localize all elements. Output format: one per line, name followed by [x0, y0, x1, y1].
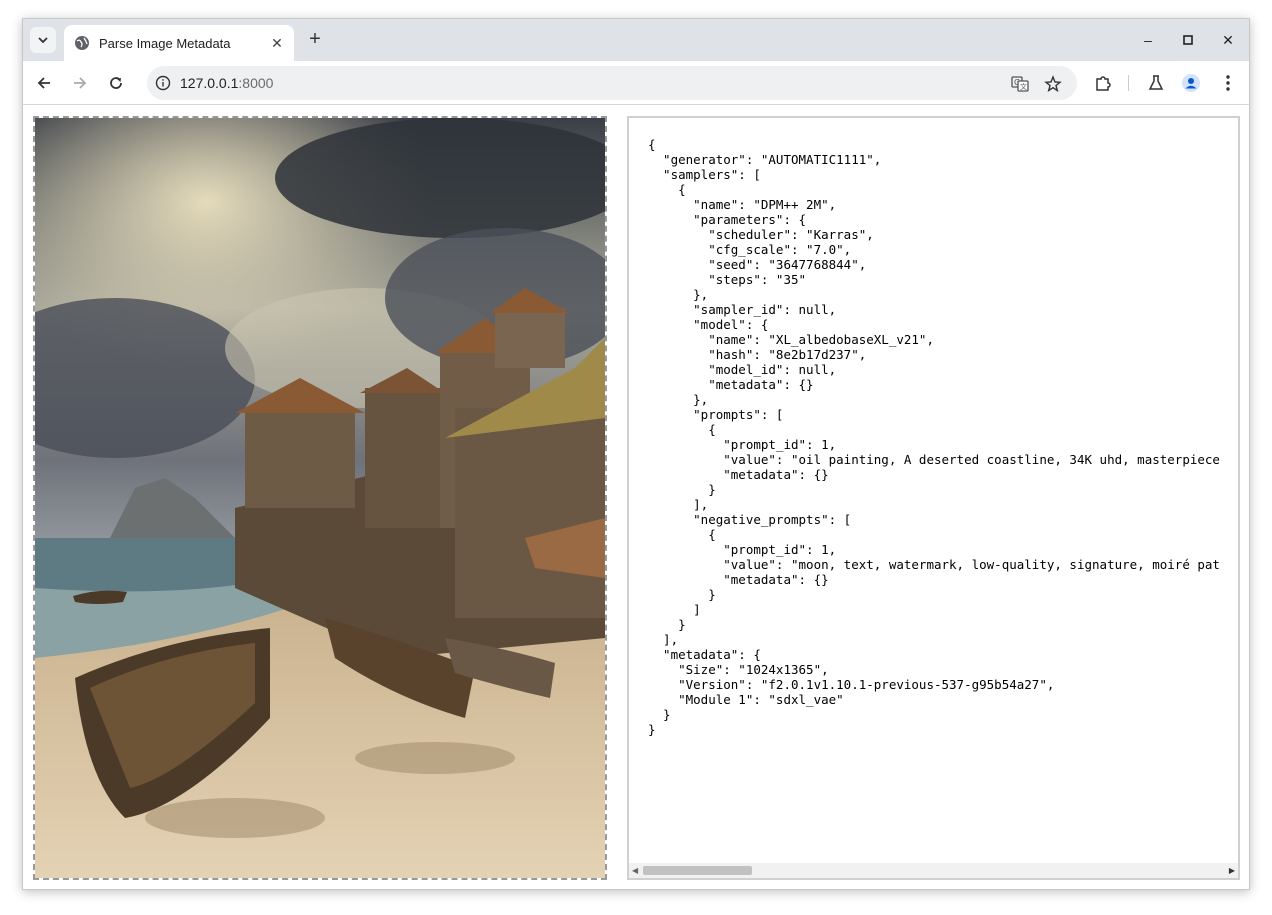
- svg-text:文: 文: [1020, 82, 1027, 91]
- chevron-down-icon: [38, 37, 48, 44]
- toolbar-divider: [1128, 75, 1129, 91]
- forward-button[interactable]: [67, 70, 93, 96]
- kebab-menu-icon: [1226, 75, 1230, 91]
- tab-strip: Parse Image Metadata ✕ + – ✕: [23, 19, 1249, 61]
- horizontal-scrollbar[interactable]: ◀ ▶: [629, 863, 1238, 878]
- tab-parse-image-metadata[interactable]: Parse Image Metadata ✕: [64, 25, 294, 61]
- reload-button[interactable]: [103, 70, 129, 96]
- address-bar[interactable]: 127.0.0.1:8000 G文: [147, 66, 1077, 100]
- globe-icon: [75, 36, 89, 50]
- arrow-left-icon: [37, 77, 50, 89]
- url-port: :8000: [238, 75, 274, 91]
- menu-button[interactable]: [1218, 73, 1238, 93]
- puzzle-icon: [1096, 76, 1111, 91]
- flask-icon: [1148, 75, 1164, 90]
- json-output-panel[interactable]: { "generator": "AUTOMATIC1111", "sampler…: [627, 116, 1240, 880]
- back-button[interactable]: [31, 70, 57, 96]
- tab-close-icon[interactable]: ✕: [268, 35, 286, 52]
- scroll-left-icon[interactable]: ◀: [632, 866, 638, 875]
- scrollbar-thumb[interactable]: [643, 866, 752, 875]
- json-output-text: { "generator": "AUTOMATIC1111", "sampler…: [648, 137, 1220, 737]
- url-text[interactable]: 127.0.0.1:8000: [180, 75, 273, 91]
- scroll-right-icon[interactable]: ▶: [1229, 866, 1235, 875]
- url-host: 127.0.0.1: [180, 75, 239, 91]
- labs-button[interactable]: [1146, 73, 1166, 93]
- reload-icon: [110, 77, 122, 89]
- star-icon[interactable]: [1044, 75, 1062, 93]
- maximize-icon: [1183, 35, 1193, 45]
- tab-title: Parse Image Metadata: [99, 35, 231, 51]
- profile-button[interactable]: [1181, 73, 1201, 93]
- maximize-button[interactable]: [1173, 27, 1203, 53]
- coastline-painting-image: [35, 118, 605, 878]
- info-icon[interactable]: [155, 75, 171, 91]
- close-window-button[interactable]: ✕: [1213, 27, 1243, 53]
- arrow-right-icon: [74, 77, 87, 89]
- avatar-icon: [1182, 74, 1200, 92]
- image-preview: [33, 116, 607, 880]
- translate-icon[interactable]: G文: [1011, 75, 1029, 93]
- minimize-button[interactable]: –: [1133, 27, 1163, 53]
- extensions-button[interactable]: [1093, 73, 1113, 93]
- browser-window: Parse Image Metadata ✕ + – ✕ 127.0.0.1:8…: [22, 18, 1250, 890]
- tab-search-button[interactable]: [30, 27, 56, 53]
- new-tab-button[interactable]: +: [304, 29, 326, 51]
- browser-toolbar: 127.0.0.1:8000 G文: [23, 61, 1249, 105]
- page-content: { "generator": "AUTOMATIC1111", "sampler…: [23, 106, 1249, 889]
